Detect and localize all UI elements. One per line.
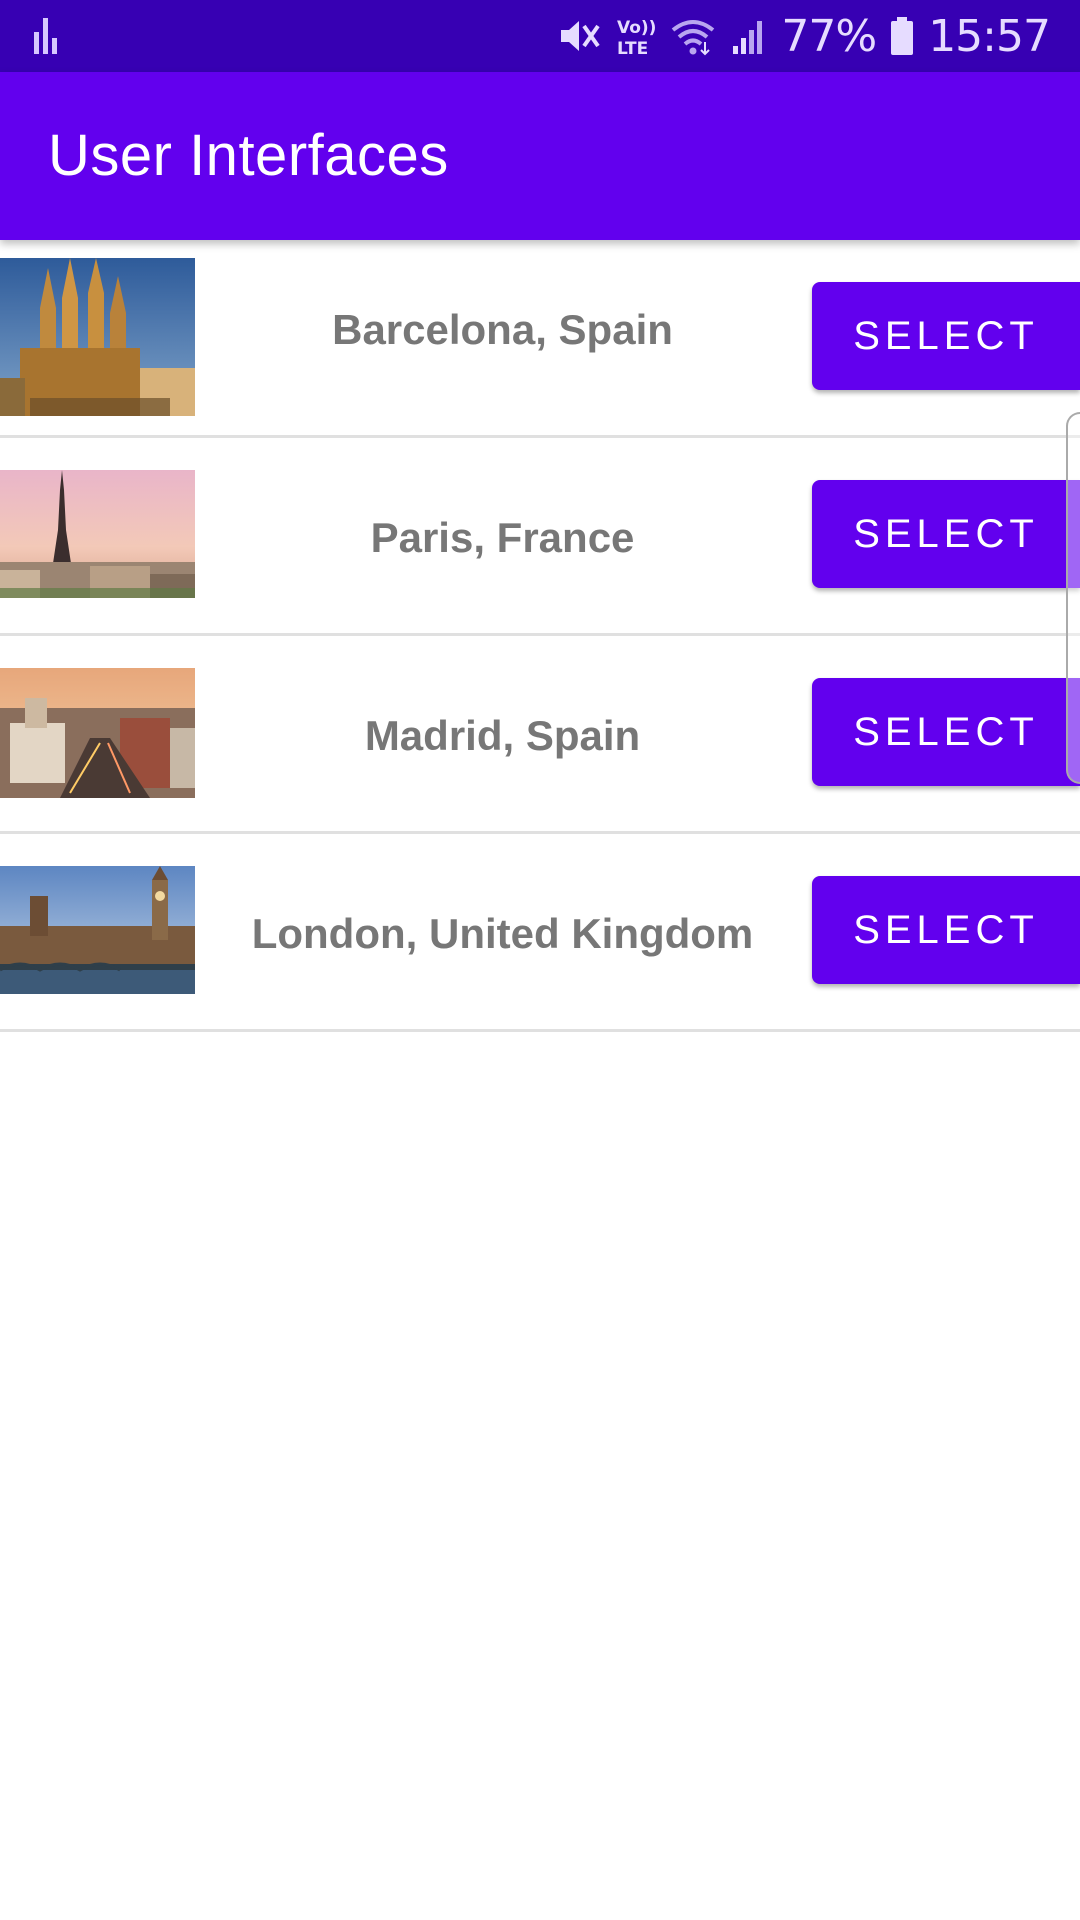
app-bar: User Interfaces xyxy=(0,72,1080,240)
app-title: User Interfaces xyxy=(48,123,449,188)
mute-icon xyxy=(557,16,601,56)
city-label: Madrid, Spain xyxy=(364,712,641,759)
svg-text:LTE: LTE xyxy=(617,39,648,58)
scrollbar-handle[interactable] xyxy=(1066,412,1080,784)
select-button[interactable]: SELECT xyxy=(812,876,1080,984)
select-button[interactable]: SELECT xyxy=(812,282,1080,390)
sagrada-familia-photo xyxy=(0,258,195,416)
city-list: Barcelona, Spain SELECT Paris, France SE… xyxy=(0,240,1080,1032)
list-item: Madrid, Spain SELECT xyxy=(0,636,1080,834)
select-button[interactable]: SELECT xyxy=(812,480,1080,588)
clock: 15:57 xyxy=(928,10,1051,62)
list-item: Barcelona, Spain SELECT xyxy=(0,240,1080,438)
eiffel-tower-photo xyxy=(0,470,195,598)
list-item: London, United Kingdom SELECT xyxy=(0,834,1080,1032)
list-item: Paris, France SELECT xyxy=(0,438,1080,636)
volte-icon: Vo)) LTE xyxy=(615,14,655,58)
status-icons: Vo)) LTE 77% 15:57 xyxy=(557,8,1051,64)
signal-icon xyxy=(731,16,767,56)
screen: Vo)) LTE 77% 15:57 User Interfaces Barce… xyxy=(0,0,1080,1920)
city-label: London, United Kingdom xyxy=(251,910,754,957)
battery-icon xyxy=(890,16,914,56)
select-button[interactable]: SELECT xyxy=(812,678,1080,786)
battery-percent: 77% xyxy=(781,10,877,62)
svg-text:Vo)): Vo)) xyxy=(617,18,655,38)
big-ben-photo xyxy=(0,866,195,994)
status-bar: Vo)) LTE 77% 15:57 xyxy=(0,0,1080,72)
city-label: Barcelona, Spain xyxy=(332,306,673,353)
madrid-skyline-photo xyxy=(0,668,195,798)
activity-bars-icon xyxy=(32,14,60,56)
wifi-icon xyxy=(669,16,717,56)
city-label: Paris, France xyxy=(370,514,635,561)
